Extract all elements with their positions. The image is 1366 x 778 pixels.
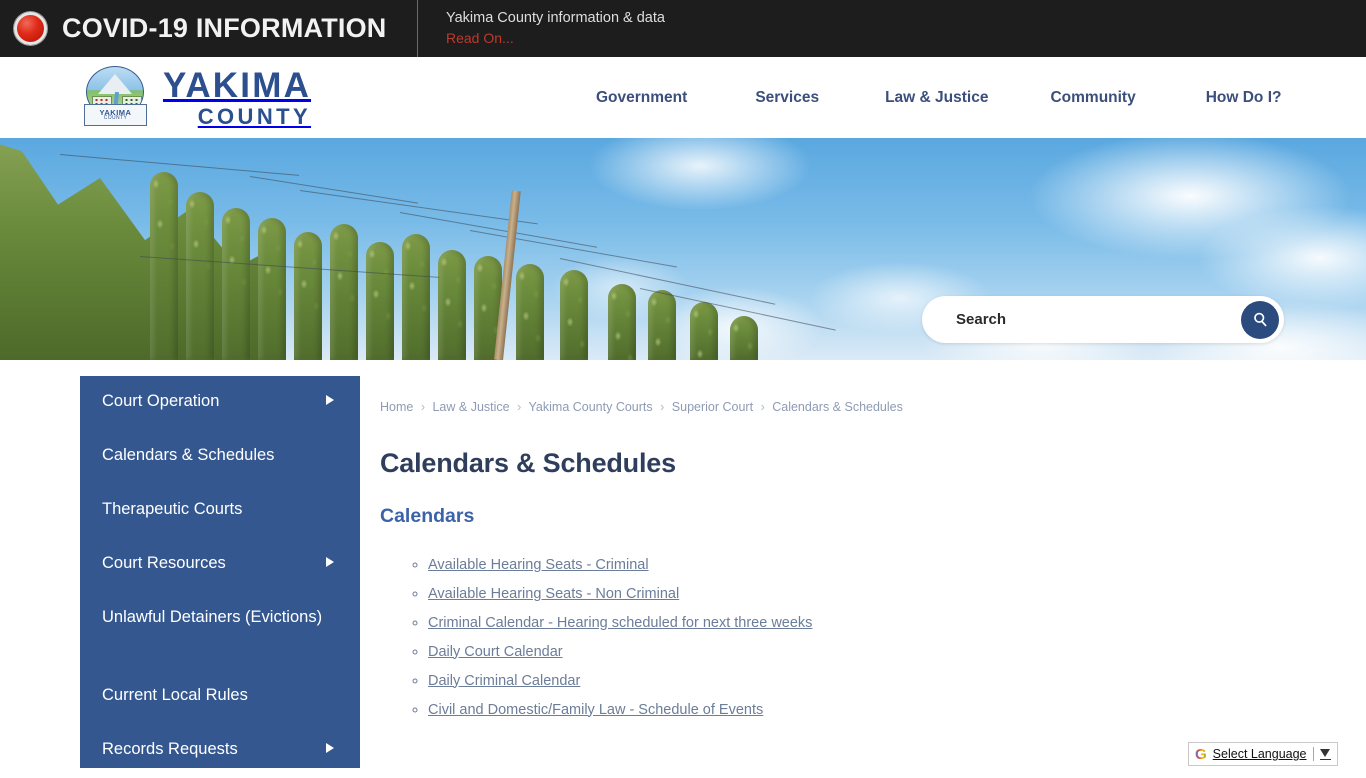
google-logo-icon: G <box>1195 745 1207 763</box>
search-input[interactable] <box>954 310 1241 329</box>
site-logo-link[interactable]: YAKIMA COUNTY YAKIMA COUNTY <box>84 66 311 129</box>
sidebar-item-label: Current Local Rules <box>102 686 248 704</box>
covid-alert-detail: Yakima County information & data Read On… <box>418 9 665 48</box>
list-item: Available Hearing Seats - Criminal <box>428 550 1280 579</box>
nav-item-government[interactable]: Government <box>594 83 689 113</box>
breadcrumb-item-superior-court[interactable]: Superior Court <box>672 400 753 414</box>
nav-item-services[interactable]: Services <box>753 83 821 113</box>
covid-read-on-link[interactable]: Read On... <box>446 29 665 48</box>
search-icon <box>1253 312 1266 327</box>
link-available-hearing-seats-non-criminal[interactable]: Available Hearing Seats - Non Criminal <box>428 586 679 602</box>
link-daily-criminal-calendar[interactable]: Daily Criminal Calendar <box>428 673 580 689</box>
sidebar-item-label: Court Operation <box>102 392 220 410</box>
hero-banner <box>0 138 1366 360</box>
section-sidebar-navigation: Court Operation Calendars & Schedules Th… <box>80 376 360 768</box>
page-title: Calendars & Schedules <box>380 447 676 478</box>
select-language-label[interactable]: Select Language <box>1213 747 1307 761</box>
breadcrumb-item-home[interactable]: Home <box>380 400 413 414</box>
page-body: Court Operation Calendars & Schedules Th… <box>0 360 1366 768</box>
main-navigation: Government Services Law & Justice Commun… <box>560 57 1366 138</box>
submenu-arrow-icon <box>326 743 334 753</box>
link-civil-domestic-family-law-schedule[interactable]: Civil and Domestic/Family Law - Schedule… <box>428 702 763 718</box>
submenu-arrow-icon <box>326 395 334 405</box>
sidebar-item-records-requests[interactable]: Records Requests <box>80 724 360 778</box>
nav-item-community[interactable]: Community <box>1048 83 1137 113</box>
search-submit-button[interactable] <box>1241 300 1279 339</box>
covid-alert-title: COVID-19 INFORMATION <box>62 13 387 43</box>
breadcrumb-separator: › <box>517 400 522 414</box>
logo-wordmark-sub: COUNTY <box>197 103 312 129</box>
main-content: Home › Law & Justice › Yakima County Cou… <box>380 360 1280 724</box>
google-translate-widget[interactable]: G Select Language <box>1188 742 1338 766</box>
breadcrumb-separator: › <box>420 400 425 414</box>
list-item: Criminal Calendar - Hearing scheduled fo… <box>428 608 1280 637</box>
sidebar-item-label: Calendars & Schedules <box>102 446 275 464</box>
sidebar-item-unlawful-detainers[interactable]: Unlawful Detainers (Evictions) <box>80 592 360 670</box>
sidebar-item-label: Records Requests <box>102 740 238 758</box>
sidebar-item-calendars-schedules[interactable]: Calendars & Schedules <box>80 430 360 484</box>
covid-alert-subtitle: Yakima County information & data <box>446 9 665 26</box>
covid-alert-bar: COVID-19 INFORMATION Yakima County infor… <box>0 0 1366 57</box>
hero-hop-field-photo <box>0 138 836 360</box>
nav-item-how-do-i[interactable]: How Do I? <box>1204 83 1284 113</box>
chevron-down-icon[interactable] <box>1319 748 1331 760</box>
submenu-arrow-icon <box>326 557 334 567</box>
list-item: Available Hearing Seats - Non Criminal <box>428 579 1280 608</box>
nav-item-law-justice[interactable]: Law & Justice <box>883 83 990 113</box>
section-title-calendars: Calendars <box>380 504 475 527</box>
breadcrumb: Home › Law & Justice › Yakima County Cou… <box>380 360 1280 414</box>
list-item: Daily Court Calendar <box>428 637 1280 666</box>
hero-search-bar[interactable] <box>922 296 1284 343</box>
list-item: Daily Criminal Calendar <box>428 666 1280 695</box>
covid-alert-heading: COVID-19 INFORMATION <box>0 0 418 57</box>
link-daily-court-calendar[interactable]: Daily Court Calendar <box>428 644 563 660</box>
sidebar-item-label: Court Resources <box>102 554 226 572</box>
breadcrumb-item-law-justice[interactable]: Law & Justice <box>432 400 509 414</box>
red-alert-dot-icon <box>14 12 47 45</box>
list-item: Civil and Domestic/Family Law - Schedule… <box>428 695 1280 724</box>
calendar-link-list: Available Hearing Seats - Criminal Avail… <box>380 550 1280 724</box>
sidebar-item-court-operation[interactable]: Court Operation <box>80 376 360 430</box>
seal-word-sub: COUNTY <box>103 115 128 122</box>
breadcrumb-separator: › <box>760 400 765 414</box>
breadcrumb-separator: › <box>660 400 665 414</box>
link-available-hearing-seats-criminal[interactable]: Available Hearing Seats - Criminal <box>428 557 649 573</box>
sidebar-item-label: Unlawful Detainers (Evictions) <box>102 608 323 626</box>
yakima-county-seal-icon: YAKIMA COUNTY <box>84 66 147 129</box>
link-criminal-calendar-next-three-weeks[interactable]: Criminal Calendar - Hearing scheduled fo… <box>428 615 812 631</box>
sidebar-item-label: Therapeutic Courts <box>102 500 243 518</box>
sidebar-item-court-resources[interactable]: Court Resources <box>80 538 360 592</box>
breadcrumb-item-current: Calendars & Schedules <box>772 400 903 414</box>
sidebar-item-current-local-rules[interactable]: Current Local Rules <box>80 670 360 724</box>
sidebar-item-therapeutic-courts[interactable]: Therapeutic Courts <box>80 484 360 538</box>
widget-divider <box>1312 747 1314 761</box>
breadcrumb-item-yakima-county-courts[interactable]: Yakima County Courts <box>529 400 653 414</box>
logo-wordmark-main: YAKIMA <box>163 65 312 105</box>
